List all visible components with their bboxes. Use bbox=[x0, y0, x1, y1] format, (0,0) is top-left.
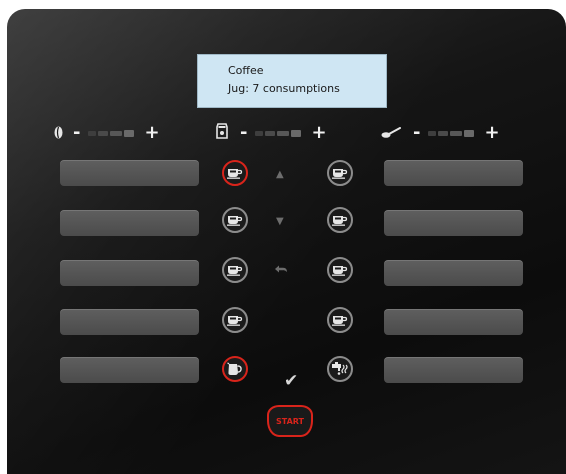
arrow-up-icon[interactable]: ▲ bbox=[276, 170, 284, 180]
display-line-1: Coffee bbox=[228, 64, 264, 77]
jug-button[interactable] bbox=[222, 356, 248, 382]
bean-plus-button[interactable]: + bbox=[144, 124, 159, 142]
coffee-cup-icon bbox=[227, 316, 243, 326]
coffee-bean-icon bbox=[54, 124, 63, 143]
left-slot-3[interactable] bbox=[60, 260, 199, 286]
cup-button-left-4[interactable] bbox=[222, 307, 248, 333]
right-slot-3[interactable] bbox=[384, 260, 523, 286]
checkmark-icon[interactable]: ✔ bbox=[284, 373, 298, 390]
right-slot-4[interactable] bbox=[384, 309, 523, 335]
milk-control: - + bbox=[381, 124, 500, 143]
cup-button-left-1[interactable] bbox=[222, 160, 248, 186]
milk-spoon-icon bbox=[381, 124, 401, 143]
coffee-cup-icon bbox=[227, 216, 243, 226]
bean-strength-bars bbox=[88, 129, 136, 137]
coffee-cup-icon bbox=[332, 169, 348, 179]
coffee-cup-icon bbox=[227, 266, 243, 276]
cup-button-left-3[interactable] bbox=[222, 257, 248, 283]
arrow-down-icon[interactable]: ▼ bbox=[276, 217, 284, 227]
coffee-cup-icon bbox=[332, 316, 348, 326]
coffee-cup-icon bbox=[332, 266, 348, 276]
left-slot-2[interactable] bbox=[60, 210, 199, 236]
hot-water-icon bbox=[332, 362, 348, 375]
ground-coffee-icon bbox=[216, 123, 228, 143]
back-arrow-icon[interactable] bbox=[274, 265, 288, 278]
cup-button-right-3[interactable] bbox=[327, 257, 353, 283]
coffee-cup-icon bbox=[332, 216, 348, 226]
powder-control: - + bbox=[216, 123, 327, 143]
left-slot-5[interactable] bbox=[60, 357, 199, 383]
bean-minus-button[interactable]: - bbox=[73, 124, 80, 142]
milk-plus-button[interactable]: + bbox=[484, 124, 499, 142]
cup-button-left-2[interactable] bbox=[222, 207, 248, 233]
left-slot-4[interactable] bbox=[60, 309, 199, 335]
milk-bars bbox=[428, 129, 476, 137]
cup-button-right-1[interactable] bbox=[327, 160, 353, 186]
powder-minus-button[interactable]: - bbox=[240, 124, 247, 142]
bean-strength-control: - + bbox=[54, 124, 160, 143]
cup-button-right-4[interactable] bbox=[327, 307, 353, 333]
start-button[interactable]: START bbox=[267, 405, 313, 437]
lcd-display: Coffee Jug: 7 consumptions bbox=[197, 54, 387, 108]
coffee-cup-icon bbox=[227, 169, 243, 179]
left-slot-1[interactable] bbox=[60, 160, 199, 186]
right-slot-2[interactable] bbox=[384, 210, 523, 236]
cup-button-right-2[interactable] bbox=[327, 207, 353, 233]
hot-water-button[interactable] bbox=[327, 356, 353, 382]
powder-bars bbox=[255, 129, 303, 137]
jug-icon bbox=[227, 362, 242, 375]
right-slot-1[interactable] bbox=[384, 160, 523, 186]
right-slot-5[interactable] bbox=[384, 357, 523, 383]
powder-plus-button[interactable]: + bbox=[311, 124, 326, 142]
milk-minus-button[interactable]: - bbox=[413, 124, 420, 142]
display-line-2: Jug: 7 consumptions bbox=[228, 82, 340, 95]
